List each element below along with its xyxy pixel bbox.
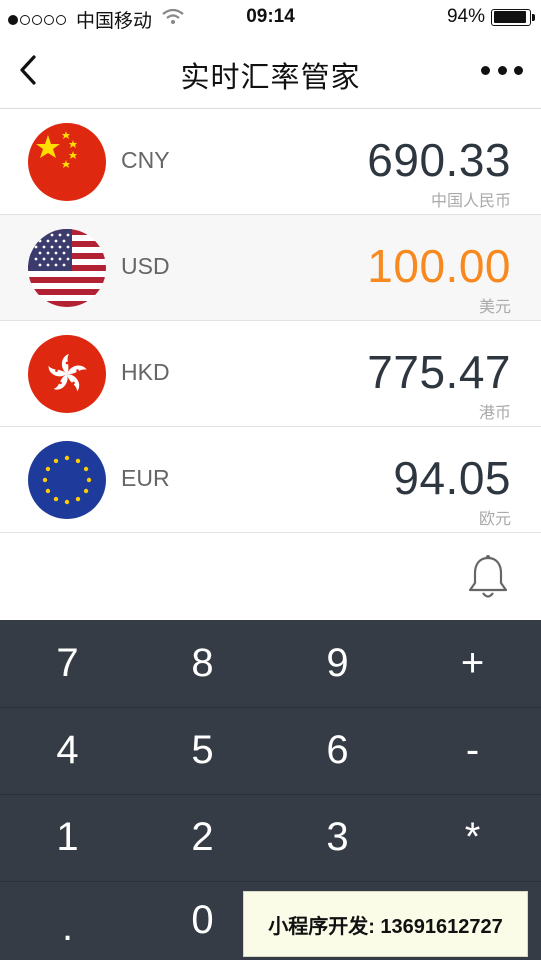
key-decimal[interactable]: .: [0, 881, 135, 960]
currency-code: EUR: [121, 465, 170, 491]
currency-code: USD: [121, 253, 170, 279]
currency-row-cny[interactable]: CNY 690.33 中国人民币: [0, 109, 541, 215]
key-3[interactable]: 3: [270, 794, 405, 881]
currency-amount: 94.05: [393, 452, 511, 504]
eu-flag-icon: [28, 441, 106, 519]
key-multiply[interactable]: *: [405, 794, 540, 881]
key-plus[interactable]: +: [405, 620, 540, 707]
currency-row-hkd[interactable]: HKD 775.47 港币: [0, 321, 541, 427]
currency-list: CNY 690.33 中国人民币 USD 100.00 美元 HKD 775.4…: [0, 109, 541, 533]
key-6[interactable]: 6: [270, 707, 405, 794]
key-8[interactable]: 8: [135, 620, 270, 707]
currency-row-usd[interactable]: USD 100.00 美元: [0, 215, 541, 321]
battery-percent: 94%: [446, 6, 485, 27]
battery-icon: [491, 8, 535, 26]
key-4[interactable]: 4: [0, 707, 135, 794]
hong-kong-flag-icon: [28, 335, 106, 413]
currency-amount: 690.33: [367, 134, 511, 186]
key-1[interactable]: 1: [0, 794, 135, 881]
currency-row-eur[interactable]: EUR 94.05 欧元: [0, 427, 541, 533]
page-title: 实时汇率管家: [180, 62, 361, 94]
currency-code: HKD: [121, 359, 170, 385]
key-7[interactable]: 7: [0, 620, 135, 707]
key-9[interactable]: 9: [270, 620, 405, 707]
key-5[interactable]: 5: [135, 707, 270, 794]
key-2[interactable]: 2: [135, 794, 270, 881]
currency-amount: 775.47: [367, 346, 511, 398]
currency-code: CNY: [121, 147, 170, 173]
china-flag-icon: [28, 123, 106, 201]
currency-name: 港币: [478, 405, 511, 422]
bell-button[interactable]: [467, 554, 509, 602]
currency-name: 中国人民币: [430, 193, 511, 210]
currency-amount: 100.00: [367, 240, 511, 292]
status-bar: 中国移动 09:14 94%: [0, 0, 541, 34]
currency-name: 美元: [478, 299, 511, 316]
more-horizontal-icon: [481, 65, 490, 75]
developer-contact-banner: 小程序开发: 13691612727: [243, 891, 528, 957]
currency-name: 欧元: [478, 511, 511, 528]
usa-flag-icon: [28, 229, 106, 307]
nav-bar: 实时汇率管家: [0, 34, 541, 109]
bell-icon: [468, 555, 508, 598]
alert-area: [0, 536, 541, 620]
more-button[interactable]: [481, 60, 523, 80]
key-minus[interactable]: -: [405, 707, 540, 794]
